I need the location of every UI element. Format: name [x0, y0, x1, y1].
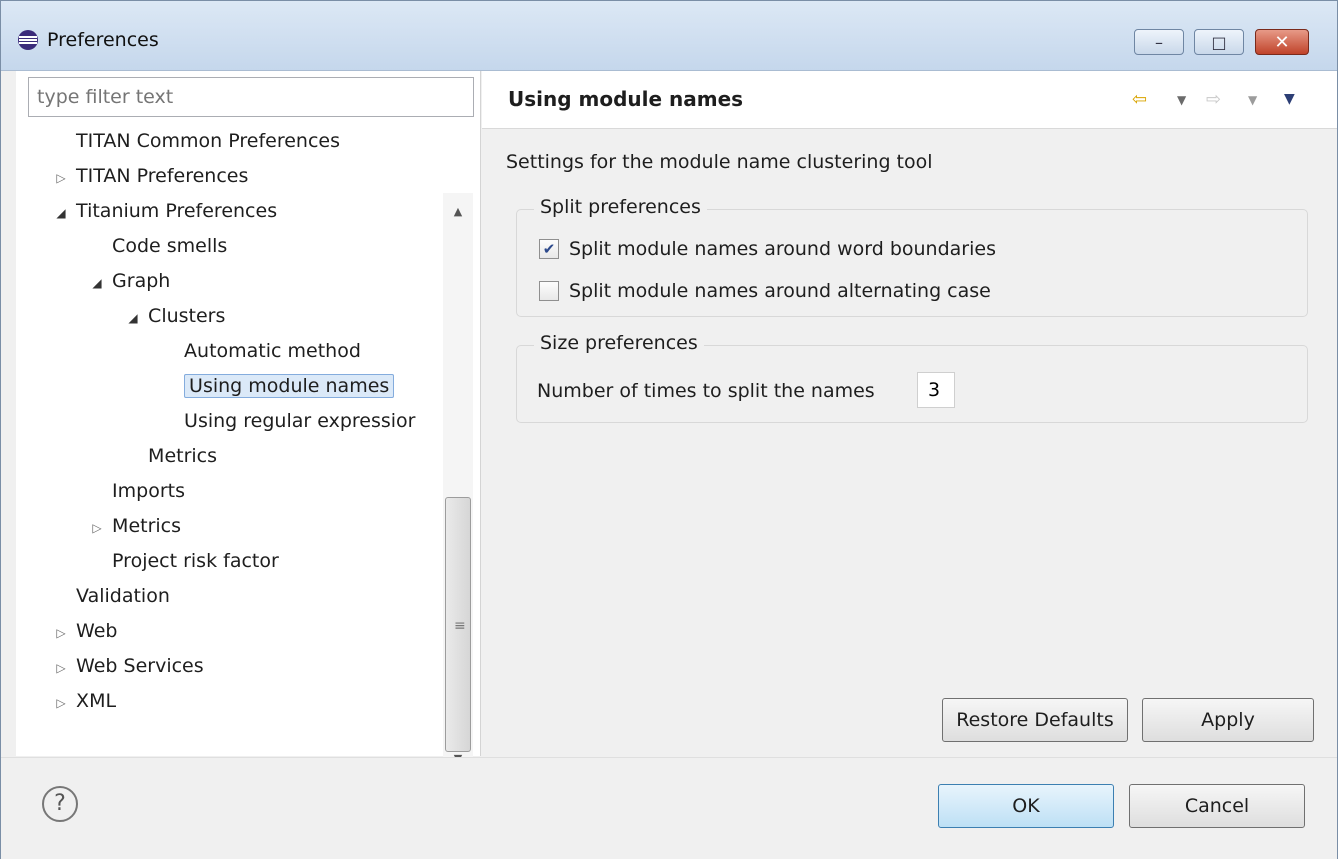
tree-item[interactable]: Imports — [88, 475, 185, 507]
apply-button[interactable]: Apply — [1142, 698, 1314, 742]
checkmark-icon: ✔ — [542, 240, 556, 258]
forward-arrow-icon[interactable]: ⇨ — [1206, 89, 1221, 110]
split-preferences-group: Split preferences ✔ Split module names a… — [516, 196, 1308, 317]
tree-item[interactable]: ▷ Metrics — [88, 510, 181, 542]
tree-item[interactable]: ▷ Web — [52, 615, 117, 647]
tree-item-label: Clusters — [148, 305, 226, 327]
tree-item[interactable]: Using module names — [160, 370, 395, 402]
tree-item-label: Web Services — [76, 655, 204, 677]
tree-item-label: Metrics — [148, 445, 218, 467]
tree-item-label: Validation — [76, 585, 170, 607]
tree-item[interactable]: ◢ Clusters — [124, 300, 225, 332]
maximize-button[interactable]: □ — [1194, 29, 1244, 55]
preferences-tree-pane: TITAN Common Preferences ▷ TITAN Preferen… — [16, 71, 481, 817]
tree-item[interactable]: Automatic method — [160, 335, 361, 367]
size-preferences-legend: Size preferences — [534, 332, 704, 354]
tree-item[interactable]: Code smells — [88, 230, 227, 262]
cancel-button[interactable]: Cancel — [1129, 784, 1305, 828]
tree-item-label: Web — [76, 620, 118, 642]
tree-item[interactable]: ▷ Web Services — [52, 650, 204, 684]
dialog-footer: ? OK Cancel — [1, 757, 1337, 859]
split-alternating-case-checkbox[interactable] — [539, 281, 559, 301]
tree-item-label: Metrics — [112, 515, 182, 537]
split-word-boundaries-option[interactable]: ✔ Split module names around word boundar… — [539, 236, 996, 262]
scroll-up-icon[interactable]: ▲ — [443, 205, 473, 229]
filter-input[interactable] — [28, 77, 474, 117]
tree-item-label: TITAN Preferences — [76, 165, 249, 187]
tree-item-label: Graph — [112, 270, 171, 292]
help-icon[interactable]: ? — [42, 786, 78, 822]
split-word-boundaries-checkbox[interactable]: ✔ — [539, 239, 559, 259]
expanded-arrow-icon[interactable]: ◢ — [52, 197, 70, 229]
page-header: Using module names ⇦ ▼ ⇨ ▼ ▼ — [482, 71, 1337, 129]
split-count-label: Number of times to split the names — [537, 380, 875, 402]
expanded-arrow-icon[interactable]: ◢ — [124, 302, 142, 334]
forward-dropdown-icon[interactable]: ▼ — [1248, 93, 1257, 107]
tree-item[interactable]: ▷ XML — [52, 685, 116, 717]
close-button[interactable]: ✕ — [1255, 29, 1309, 55]
back-dropdown-icon[interactable]: ▼ — [1177, 93, 1186, 107]
tree-item[interactable]: Using regular expressior — [160, 405, 416, 437]
tree-item-label: TITAN Common Preferences — [76, 130, 340, 152]
ok-button[interactable]: OK — [938, 784, 1114, 828]
split-alternating-case-option[interactable]: Split module names around alternating ca… — [539, 278, 991, 304]
preferences-window: Preferences – □ ✕ TITAN Common Preferenc… — [0, 0, 1338, 859]
eclipse-icon — [18, 30, 38, 50]
view-menu-icon[interactable]: ▼ — [1284, 91, 1295, 107]
tree-item-label: Code smells — [112, 235, 228, 257]
collapsed-arrow-icon[interactable]: ▷ — [52, 617, 70, 649]
split-count-field[interactable] — [917, 372, 955, 408]
back-arrow-icon[interactable]: ⇦ — [1132, 89, 1147, 110]
split-preferences-legend: Split preferences — [534, 196, 707, 218]
tree-vertical-scrollbar[interactable]: ▲ ≡ ▼ — [443, 193, 473, 788]
tree-item[interactable]: TITAN Common Preferences — [52, 125, 340, 157]
minimize-icon: – — [1155, 32, 1163, 52]
collapsed-arrow-icon[interactable]: ▷ — [52, 652, 70, 684]
expanded-arrow-icon[interactable]: ◢ — [88, 267, 106, 299]
collapsed-arrow-icon[interactable]: ▷ — [52, 687, 70, 719]
split-word-boundaries-label: Split module names around word boundarie… — [569, 238, 996, 260]
minimize-button[interactable]: – — [1134, 29, 1184, 55]
preference-page: Using module names ⇦ ▼ ⇨ ▼ ▼ Settings fo… — [482, 71, 1337, 756]
split-alternating-case-label: Split module names around alternating ca… — [569, 280, 991, 302]
tree-item[interactable]: Validation — [52, 580, 170, 612]
restore-defaults-button[interactable]: Restore Defaults — [942, 698, 1128, 742]
tree-item-label: Project risk factor — [112, 550, 279, 572]
tree-item[interactable]: Project risk factor — [88, 545, 279, 577]
page-title: Using module names — [508, 87, 744, 111]
tree-item-label: Imports — [112, 480, 186, 502]
tree-item[interactable]: Metrics — [124, 440, 217, 472]
tree-item[interactable]: ◢ Titanium Preferences — [52, 195, 277, 227]
title-bar: Preferences – □ ✕ — [1, 1, 1337, 71]
tree-item[interactable]: ▷ TITAN Preferences — [52, 160, 248, 192]
grip-icon: ≡ — [454, 618, 466, 634]
tree-item[interactable]: ◢ Graph — [88, 265, 170, 297]
scroll-thumb[interactable]: ≡ — [445, 497, 471, 752]
maximize-icon: □ — [1211, 32, 1227, 52]
preferences-tree: TITAN Common Preferences ▷ TITAN Preferen… — [16, 125, 441, 761]
tree-item-label: Using regular expressior — [184, 410, 416, 432]
size-preferences-group: Size preferences Number of times to spli… — [516, 332, 1308, 423]
page-description: Settings for the module name clustering … — [506, 151, 933, 173]
tree-item-label: Using module names — [184, 374, 395, 398]
window-title: Preferences — [47, 29, 159, 51]
tree-item-label: XML — [76, 690, 117, 712]
tree-item-label: Automatic method — [184, 340, 361, 362]
close-icon: ✕ — [1274, 31, 1290, 53]
collapsed-arrow-icon[interactable]: ▷ — [52, 162, 70, 194]
collapsed-arrow-icon[interactable]: ▷ — [88, 512, 106, 544]
tree-item-label: Titanium Preferences — [76, 200, 278, 222]
